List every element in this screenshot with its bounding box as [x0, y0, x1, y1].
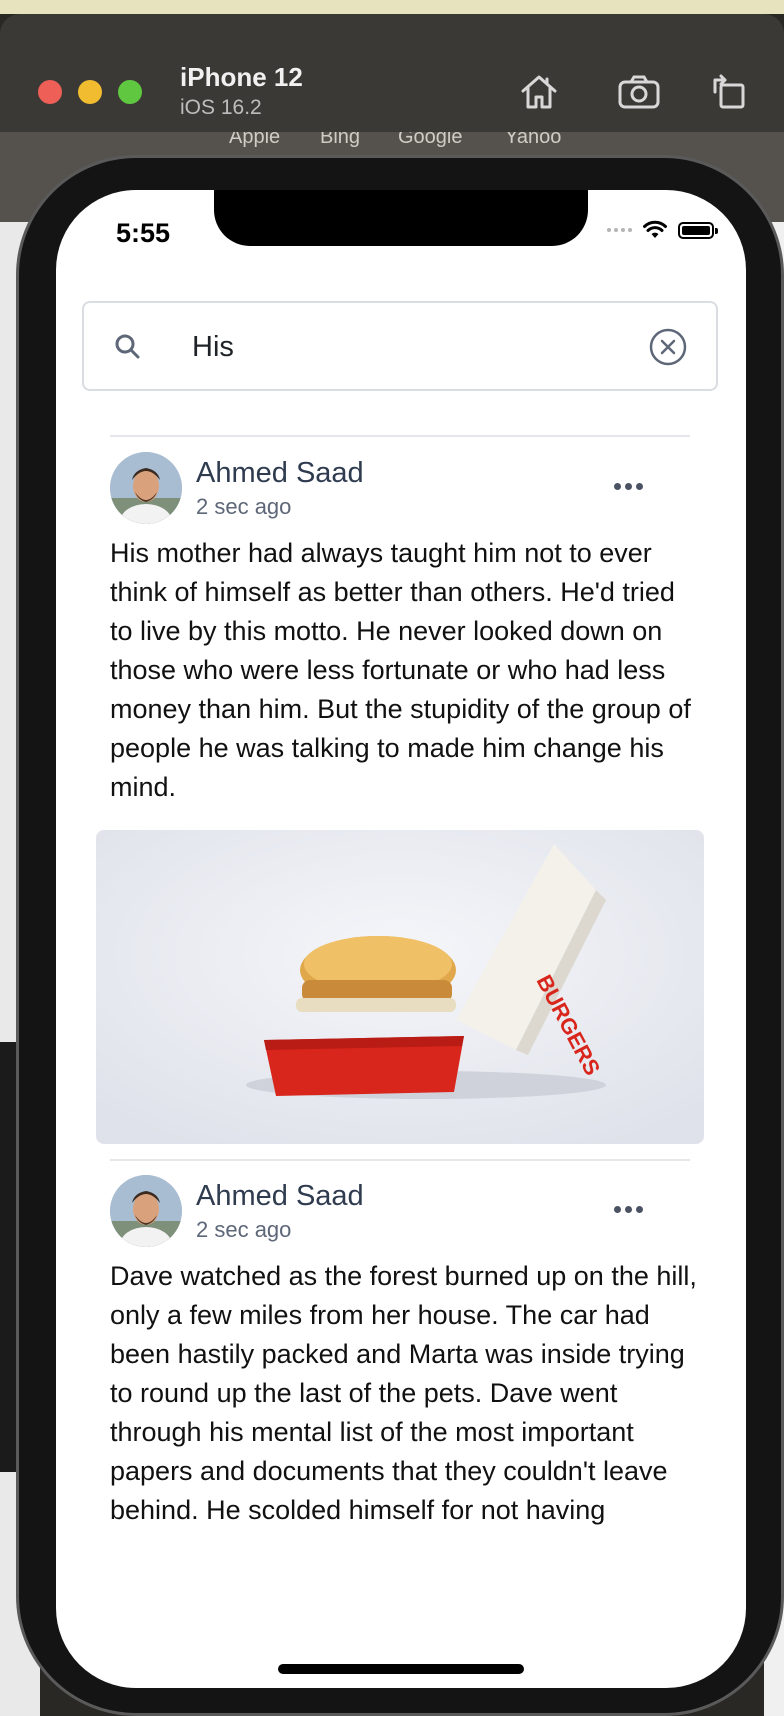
- status-icons: [607, 220, 718, 240]
- home-icon[interactable]: [517, 70, 561, 114]
- status-time: 5:55: [116, 218, 171, 248]
- simulator-titlebar: iPhone 12 iOS 16.2: [0, 14, 784, 132]
- rotate-icon[interactable]: [707, 70, 751, 114]
- background-strip: [0, 0, 784, 14]
- close-window-button[interactable]: [38, 80, 62, 104]
- more-options-icon[interactable]: [608, 1199, 648, 1219]
- avatar[interactable]: [110, 452, 182, 524]
- post-time: 2 sec ago: [196, 1217, 292, 1242]
- screenshot-icon[interactable]: [617, 70, 661, 114]
- post-image[interactable]: BURGERS: [96, 830, 704, 1144]
- avatar[interactable]: [110, 1175, 182, 1247]
- post-time: 2 sec ago: [196, 494, 292, 519]
- search-bar: [82, 301, 718, 391]
- minimize-window-button[interactable]: [78, 80, 102, 104]
- more-options-icon[interactable]: [608, 476, 648, 496]
- notch: [214, 190, 588, 246]
- post-divider: [110, 1159, 690, 1161]
- post-divider: [110, 435, 690, 437]
- search-icon: [115, 334, 140, 359]
- signal-icon: [607, 228, 632, 232]
- os-version: iOS 16.2: [180, 96, 262, 119]
- post-author[interactable]: Ahmed Saad: [196, 1180, 364, 1213]
- clear-search-icon[interactable]: [648, 327, 688, 367]
- home-indicator[interactable]: [278, 1664, 524, 1674]
- scroll-fade: [56, 1552, 746, 1592]
- device-name: iPhone 12: [180, 62, 303, 92]
- battery-icon: [678, 221, 718, 239]
- post-text: His mother had always taught him not to …: [110, 538, 691, 802]
- post-author[interactable]: Ahmed Saad: [196, 457, 364, 490]
- wifi-icon: [643, 220, 667, 238]
- app-screen: 5:55 His Ahmed Saad 2 sec ago His mother…: [56, 190, 746, 1688]
- post-text: Dave watched as the forest burned up on …: [110, 1261, 697, 1525]
- search-input[interactable]: [190, 325, 624, 369]
- zoom-window-button[interactable]: [118, 80, 142, 104]
